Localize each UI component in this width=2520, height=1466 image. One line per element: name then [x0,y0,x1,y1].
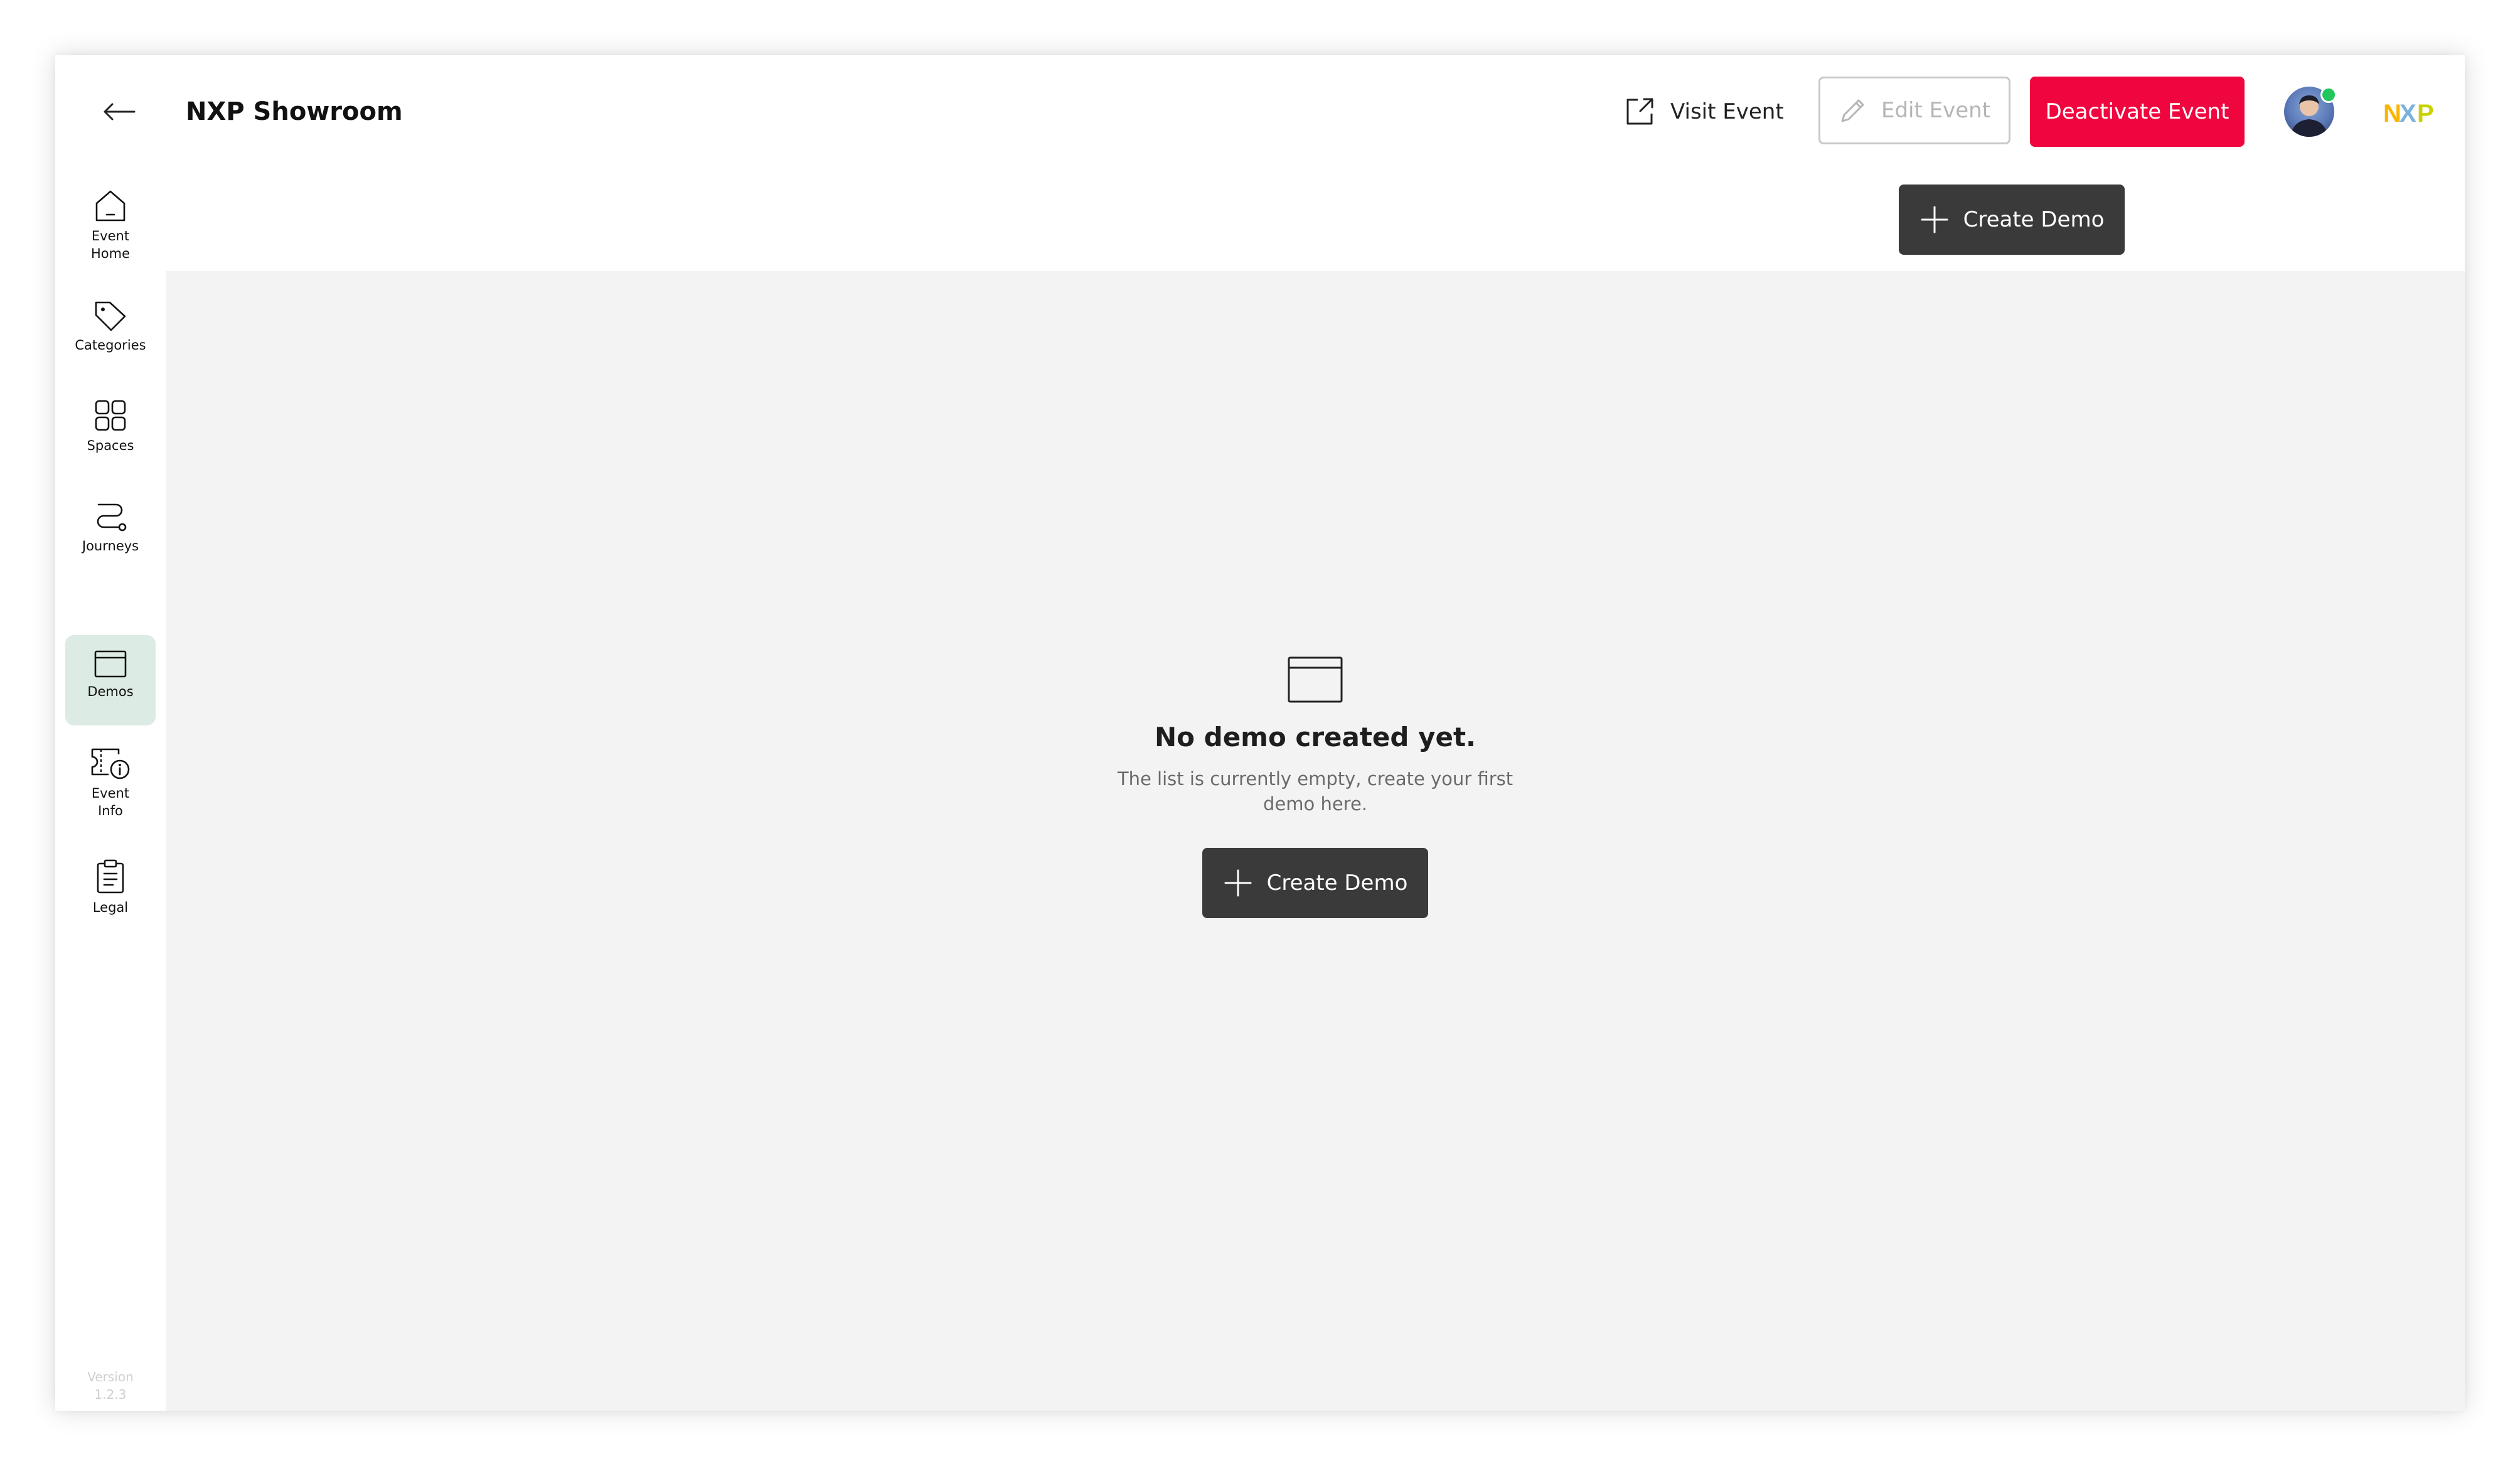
sidebar-item-label: Categories [75,338,146,353]
nxp-logo: N X P [2383,100,2434,127]
version-label: Version [87,1369,134,1384]
clipboard-icon [97,859,124,894]
visit-event-button[interactable]: Visit Event [1624,90,1784,134]
back-button[interactable] [99,93,139,131]
ticket-info-icon [91,748,130,779]
create-demo-button[interactable]: Create Demo [1202,848,1428,918]
sidebar-item-event-home[interactable]: Event Home [65,182,156,276]
create-demo-label: Create Demo [1963,207,2105,232]
browser-window-icon [94,650,127,678]
empty-state-title: No demo created yet. [1155,722,1476,752]
sidebar-item-label: Demos [87,684,134,699]
spaces-icon [95,400,126,431]
external-link-icon [1626,98,1653,125]
sidebar-item-label: Journeys [82,538,139,554]
browser-window-icon [1288,656,1343,703]
deactivate-event-label: Deactivate Event [2045,99,2229,124]
edit-event-button[interactable]: Edit Event [1818,77,2010,144]
svg-text:N: N [2383,100,2401,127]
app-window: NXP Showroom Visit Event Edit Event Deac… [55,55,2465,1411]
plus-icon [1224,869,1252,897]
visit-event-label: Visit Event [1670,99,1784,124]
empty-state-description: The list is currently empty, create your… [1117,768,1514,815]
sidebar-item-demos[interactable]: Demos [65,635,156,725]
sidebar-item-spaces[interactable]: Spaces [65,392,156,473]
plus-icon [1921,206,1948,233]
demos-content-area: No demo created yet. The list is current… [166,271,2465,1411]
create-demo-label: Create Demo [1266,870,1408,896]
sidebar-item-categories[interactable]: Categories [65,291,156,373]
user-avatar[interactable] [2284,87,2337,137]
sidebar-item-label: Event Home [90,228,130,261]
empty-state: No demo created yet. The list is current… [1059,655,1571,918]
sidebar-item-label: Event Info [91,786,130,818]
sidebar-item-legal[interactable]: Legal [65,852,156,934]
page-title: NXP Showroom [186,97,403,126]
deactivate-event-button[interactable]: Deactivate Event [2030,77,2245,147]
content-toolbar: Create Demo [166,168,2465,271]
sidebar-item-event-info[interactable]: Event Info [65,739,156,833]
tag-icon [95,301,126,331]
version-info: Version 1.2.3 [55,1368,166,1403]
route-icon [97,503,127,532]
sidebar-item-label: Spaces [87,438,134,453]
svg-text:X: X [2400,100,2416,127]
sidebar-item-label: Legal [92,900,129,915]
online-status-indicator [2320,87,2337,103]
pencil-icon [1841,99,1864,122]
svg-text:P: P [2417,100,2434,127]
edit-event-label: Edit Event [1881,98,1991,123]
sidebar-nav: Event Home Categories Spaces Journeys De… [55,168,167,1411]
top-header: NXP Showroom Visit Event Edit Event Deac… [55,55,2465,169]
sidebar-item-journeys[interactable]: Journeys [65,492,156,574]
version-number: 1.2.3 [94,1387,127,1402]
home-icon [95,190,125,222]
create-demo-button-top[interactable]: Create Demo [1899,185,2125,255]
arrow-left-icon [104,103,136,120]
